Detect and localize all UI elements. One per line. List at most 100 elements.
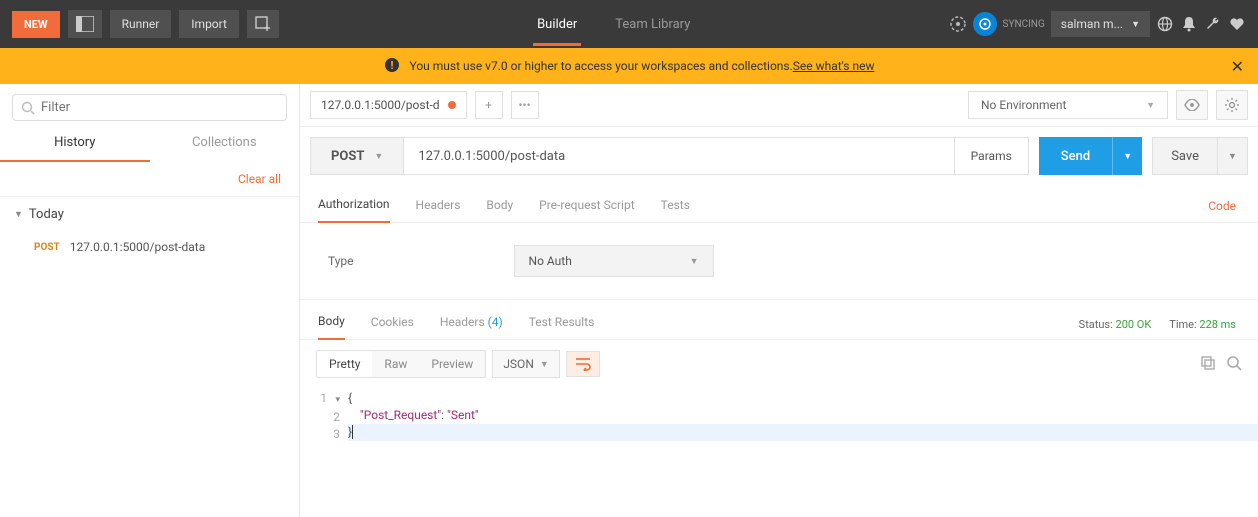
sync-status[interactable]: SYNCING	[973, 12, 1045, 36]
view-pretty-button[interactable]: Pretty	[317, 351, 372, 377]
warning-icon: !	[384, 57, 400, 76]
time-value: 228 ms	[1199, 318, 1236, 331]
search-icon	[21, 101, 35, 115]
history-day-header[interactable]: ▼ Today	[0, 197, 299, 232]
chevron-down-icon: ▼	[374, 151, 383, 162]
search-response-icon[interactable]	[1226, 355, 1242, 374]
copy-icon[interactable]	[1200, 355, 1216, 374]
auth-type-value: No Auth	[529, 254, 572, 268]
header-right: SYNCING salman m... ▼	[949, 11, 1247, 37]
capture-icon[interactable]	[949, 15, 967, 33]
unsaved-dot-icon	[448, 101, 456, 109]
req-tab-prerequest[interactable]: Pre-request Script	[539, 190, 634, 222]
nav-team-library-tab[interactable]: Team Library	[611, 3, 694, 46]
chevron-down-icon: ▼	[540, 359, 549, 370]
resp-tab-cookies[interactable]: Cookies	[371, 311, 414, 339]
environment-select[interactable]: No Environment ▼	[968, 91, 1168, 119]
add-tab-button[interactable]: +	[475, 91, 503, 119]
clear-all-link[interactable]: Clear all	[238, 172, 281, 186]
dots-icon: •••	[519, 98, 531, 112]
url-text: 127.0.0.1:5000/post-data	[418, 149, 565, 164]
import-button[interactable]: Import	[179, 10, 239, 38]
method-label: POST	[331, 149, 364, 164]
code-link[interactable]: Code	[1208, 199, 1240, 213]
new-window-icon	[255, 16, 271, 32]
warning-text: You must use v7.0 or higher to access yo…	[410, 59, 793, 73]
format-label: JSON	[503, 357, 534, 371]
sidebar-tab-collections[interactable]: Collections	[150, 127, 300, 162]
nav-builder-tab[interactable]: Builder	[533, 3, 581, 46]
filter-input[interactable]	[41, 100, 278, 115]
history-item[interactable]: POST 127.0.0.1:5000/post-data	[0, 232, 299, 262]
auth-type-select[interactable]: No Auth ▼	[514, 245, 714, 277]
warning-link[interactable]: See what's new	[793, 59, 875, 73]
chevron-down-icon: ▼	[1123, 151, 1132, 162]
sidebar-tab-history[interactable]: History	[0, 127, 150, 162]
new-button[interactable]: NEW	[12, 11, 60, 38]
req-tab-body[interactable]: Body	[486, 190, 513, 222]
layout-icon	[76, 16, 94, 32]
resp-tab-body[interactable]: Body	[318, 310, 345, 340]
plus-icon: +	[485, 98, 492, 112]
sync-icon	[973, 12, 997, 36]
bell-icon[interactable]	[1180, 15, 1198, 33]
resp-tab-test-results[interactable]: Test Results	[529, 311, 595, 339]
wrap-icon	[575, 357, 591, 371]
view-raw-button[interactable]: Raw	[372, 351, 419, 377]
history-day-label: Today	[29, 207, 64, 222]
close-icon[interactable]: ✕	[1231, 57, 1244, 76]
main-panel: 127.0.0.1:5000/post-d + ••• No Environme…	[300, 84, 1258, 517]
response-status: Status: 200 OK Time: 228 ms	[1079, 318, 1240, 331]
gear-icon	[1224, 97, 1240, 113]
view-mode-group: Pretty Raw Preview	[316, 350, 486, 378]
history-item-url: 127.0.0.1:5000/post-data	[70, 240, 206, 254]
auth-type-label: Type	[328, 254, 354, 268]
send-button[interactable]: Send	[1039, 137, 1112, 175]
line-gutter: 1 ▾ 2 3	[300, 390, 348, 443]
req-tab-authorization[interactable]: Authorization	[318, 189, 390, 223]
svg-text:!: !	[390, 59, 393, 72]
method-select[interactable]: POST ▼	[310, 137, 404, 175]
chevron-down-icon: ▼	[690, 256, 699, 267]
header-nav: Builder Team Library	[287, 3, 941, 46]
wrap-toggle-button[interactable]	[566, 351, 600, 377]
sync-label: SYNCING	[1003, 19, 1045, 30]
send-dropdown-button[interactable]: ▼	[1112, 137, 1142, 175]
code-line: }	[348, 424, 1258, 441]
format-select[interactable]: JSON ▼	[492, 350, 559, 378]
params-button[interactable]: Params	[955, 137, 1029, 175]
save-dropdown-button[interactable]: ▼	[1218, 137, 1248, 175]
request-tab[interactable]: 127.0.0.1:5000/post-d	[310, 91, 467, 119]
user-menu[interactable]: salman m... ▼	[1051, 11, 1150, 37]
url-input[interactable]: 127.0.0.1:5000/post-data	[404, 137, 954, 175]
chevron-down-icon: ▼	[1228, 151, 1237, 162]
tab-options-button[interactable]: •••	[511, 91, 539, 119]
environment-label: No Environment	[981, 98, 1066, 112]
history-item-method: POST	[34, 242, 60, 253]
req-tab-tests[interactable]: Tests	[661, 190, 690, 222]
save-button[interactable]: Save	[1152, 137, 1218, 175]
filter-box[interactable]	[12, 94, 287, 121]
request-tab-label: 127.0.0.1:5000/post-d	[321, 98, 440, 112]
globe-icon[interactable]	[1156, 15, 1174, 33]
warning-banner: ! You must use v7.0 or higher to access …	[0, 48, 1258, 84]
chevron-down-icon: ▼	[1146, 100, 1155, 111]
layout-toggle-button[interactable]	[68, 10, 102, 38]
code-line: "Post_Request": "Sent"	[348, 407, 1258, 424]
env-preview-button[interactable]	[1176, 90, 1208, 120]
req-tab-headers[interactable]: Headers	[416, 190, 461, 222]
wrench-icon[interactable]	[1204, 15, 1222, 33]
resp-tab-headers[interactable]: Headers (4)	[440, 311, 503, 339]
sidebar: History Collections Clear all ▼ Today PO…	[0, 84, 300, 517]
new-tab-button[interactable]	[247, 10, 279, 38]
response-body[interactable]: 1 ▾ 2 3 { "Post_Request": "Sent" }	[300, 388, 1258, 463]
settings-button[interactable]	[1216, 90, 1248, 120]
chevron-down-icon: ▼	[1131, 19, 1140, 30]
view-preview-button[interactable]: Preview	[419, 351, 485, 377]
heart-icon[interactable]	[1228, 15, 1246, 33]
user-name-label: salman m...	[1061, 17, 1123, 31]
code-line: {	[348, 390, 1258, 407]
status-value: 200 OK	[1116, 318, 1152, 331]
eye-icon	[1184, 99, 1200, 111]
runner-button[interactable]: Runner	[110, 10, 172, 38]
